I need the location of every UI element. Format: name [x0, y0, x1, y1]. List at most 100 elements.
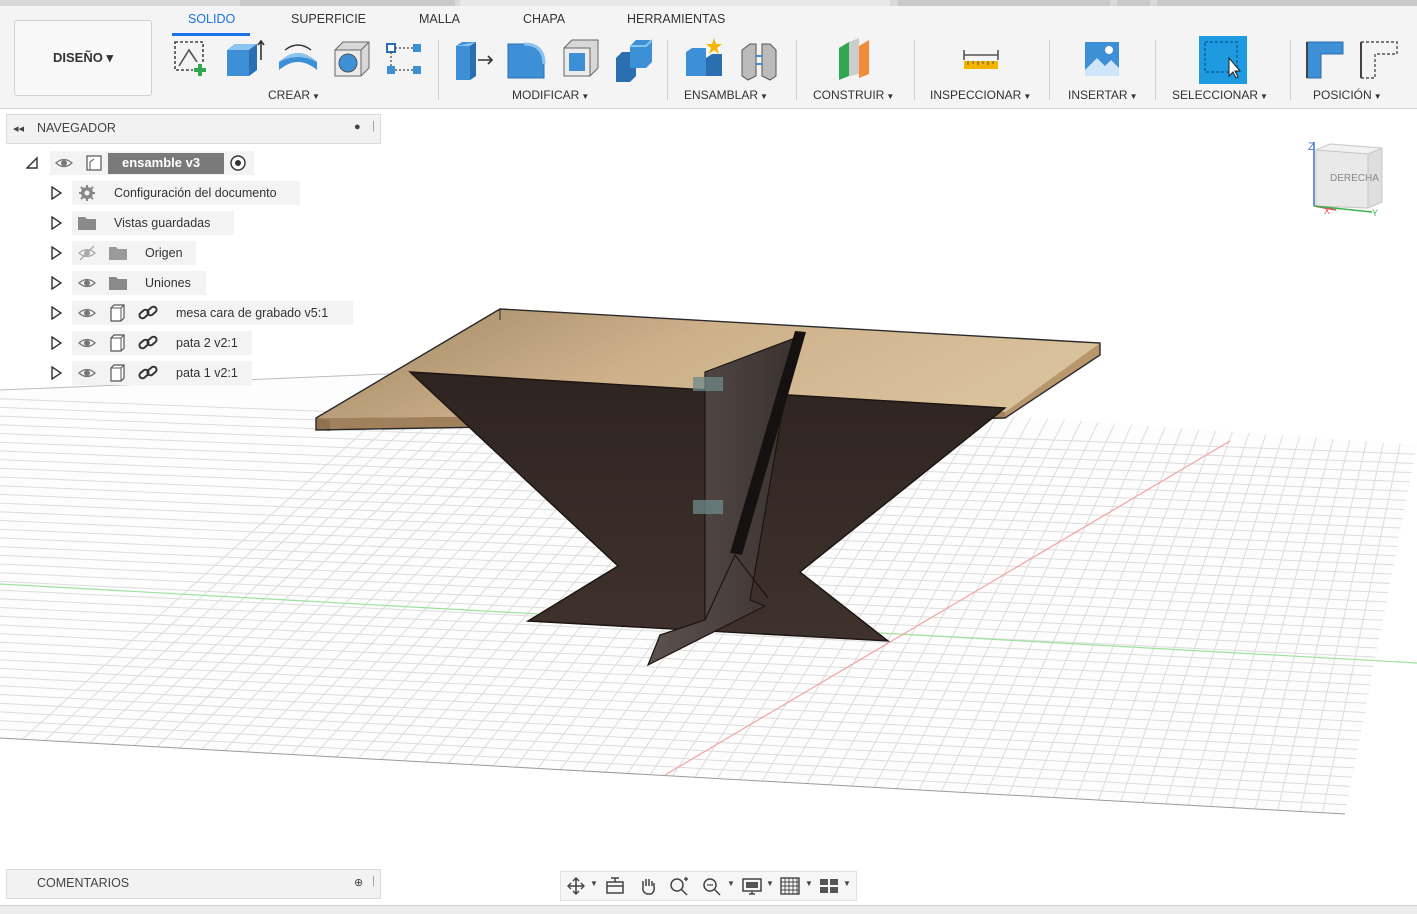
offset-plane-icon[interactable]	[833, 36, 879, 82]
viewports-dropdown-icon[interactable]: ▼	[843, 879, 851, 888]
expand-triangle-icon[interactable]	[50, 276, 62, 290]
joint-icon[interactable]	[736, 36, 782, 82]
expand-triangle-icon[interactable]	[50, 336, 62, 350]
new-component-icon[interactable]	[682, 36, 728, 82]
collapse-triangle-icon[interactable]	[26, 156, 38, 170]
display-settings-icon[interactable]	[741, 876, 763, 896]
tab-solido[interactable]: SOLIDO	[188, 12, 235, 26]
zoom-window-icon[interactable]	[701, 876, 723, 896]
collapse-arrows-icon[interactable]: ◂◂	[13, 122, 24, 135]
navigator-title: NAVEGADOR	[37, 121, 116, 135]
group-divider	[438, 40, 439, 100]
capture-position-icon[interactable]	[1303, 36, 1349, 82]
combine-icon[interactable]	[612, 36, 658, 82]
joint-glyph-icon[interactable]	[693, 377, 723, 391]
viewcube-face-label: DERECHA	[1330, 173, 1379, 184]
measure-icon[interactable]	[958, 36, 1004, 82]
activate-radio-icon[interactable]	[228, 154, 248, 172]
panel-grip-icon[interactable]: |	[372, 875, 375, 887]
tree-root-label[interactable]: ensamble v3	[122, 155, 200, 170]
pattern-icon[interactable]	[383, 36, 429, 82]
group-modificar-menu[interactable]: MODIFICAR ▼	[512, 88, 589, 102]
add-comment-icon[interactable]: ⊕	[354, 876, 363, 889]
group-divider	[914, 40, 915, 100]
tree-item-label: Origen	[145, 246, 183, 260]
fillet-icon[interactable]	[504, 36, 550, 82]
eye-visible-icon[interactable]	[77, 334, 97, 352]
component-box-icon	[107, 364, 127, 382]
tree-item-label: mesa cara de grabado v5:1	[176, 306, 329, 320]
expand-triangle-icon[interactable]	[50, 186, 62, 200]
group-construir-menu[interactable]: CONSTRUIR ▼	[813, 88, 894, 102]
tab-herramientas[interactable]: HERRAMIENTAS	[627, 12, 725, 26]
zoom-icon[interactable]	[668, 876, 690, 896]
group-insertar-menu[interactable]: INSERTAR ▼	[1068, 88, 1138, 102]
link-icon	[138, 334, 158, 352]
eye-visible-icon[interactable]	[77, 274, 97, 292]
link-icon	[138, 364, 158, 382]
navigator-header[interactable]: ◂◂ NAVEGADOR ● |	[6, 114, 381, 144]
expand-triangle-icon[interactable]	[50, 366, 62, 380]
axis-x-label: X	[1324, 206, 1330, 216]
eye-visible-icon[interactable]	[77, 304, 97, 322]
panel-grip-icon[interactable]: |	[372, 120, 375, 132]
tree-item-label: Configuración del documento	[114, 186, 277, 200]
tree-item-label: Uniones	[145, 276, 191, 290]
grid-dropdown-icon[interactable]: ▼	[805, 879, 813, 888]
navigation-bar: ▼ ▼ ▼ ▼ ▼	[560, 871, 857, 901]
viewcube[interactable]: Z X Y DERECHA	[1306, 136, 1386, 218]
revolve-icon[interactable]	[275, 36, 321, 82]
assembly-component-icon	[84, 154, 104, 172]
eye-visible-icon[interactable]	[54, 154, 74, 172]
axis-y-label: Y	[1372, 208, 1378, 218]
create-sketch-icon[interactable]	[167, 36, 213, 82]
group-divider	[1049, 40, 1050, 100]
axis-z-label: Z	[1308, 141, 1315, 153]
display-dropdown-icon[interactable]: ▼	[766, 879, 774, 888]
link-icon	[138, 304, 158, 322]
look-at-icon[interactable]	[604, 876, 626, 896]
folder-icon	[77, 214, 97, 232]
comments-title: COMENTARIOS	[37, 876, 130, 890]
gear-icon	[77, 184, 97, 202]
select-tool-icon[interactable]	[1199, 36, 1247, 84]
group-crear-menu[interactable]: CREAR ▼	[268, 88, 320, 102]
group-divider	[1155, 40, 1156, 100]
tree-item-label: pata 2 v2:1	[176, 336, 238, 350]
orbit-dropdown-icon[interactable]: ▼	[590, 879, 598, 888]
folder-icon	[108, 244, 128, 262]
press-pull-icon[interactable]	[450, 36, 496, 82]
group-seleccionar-menu[interactable]: SELECCIONAR ▼	[1172, 88, 1268, 102]
extrude-icon[interactable]	[221, 36, 267, 82]
comments-header[interactable]: COMENTARIOS ⊕ |	[6, 869, 381, 899]
viewports-icon[interactable]	[818, 876, 840, 896]
workspace-switcher-button[interactable]: DISEÑO ▾	[14, 20, 152, 96]
expand-triangle-icon[interactable]	[50, 246, 62, 260]
expand-triangle-icon[interactable]	[50, 306, 62, 320]
joint-glyph-icon[interactable]	[693, 500, 723, 514]
tab-chapa[interactable]: CHAPA	[523, 12, 565, 26]
group-ensamblar-menu[interactable]: ENSAMBLAR ▼	[684, 88, 768, 102]
group-inspeccionar-menu[interactable]: INSPECCIONAR ▼	[930, 88, 1031, 102]
folder-icon	[108, 274, 128, 292]
expand-triangle-icon[interactable]	[50, 216, 62, 230]
insert-image-icon[interactable]	[1079, 36, 1125, 82]
group-divider	[667, 40, 668, 100]
eye-visible-icon[interactable]	[77, 364, 97, 382]
zoom-dropdown-icon[interactable]: ▼	[727, 879, 735, 888]
tree-item-label: Vistas guardadas	[114, 216, 211, 230]
group-posicion-menu[interactable]: POSICIÓN ▼	[1313, 88, 1382, 102]
shell-icon[interactable]	[558, 36, 604, 82]
component-box-icon	[107, 334, 127, 352]
tab-malla[interactable]: MALLA	[419, 12, 460, 26]
tab-superficie[interactable]: SUPERFICIE	[291, 12, 366, 26]
pan-hand-icon[interactable]	[637, 876, 659, 896]
ribbon-toolbar: DISEÑO ▾ SOLIDO SUPERFICIE MALLA CHAPA H…	[0, 6, 1417, 109]
group-divider	[1290, 40, 1291, 100]
revert-position-icon[interactable]	[1357, 36, 1403, 82]
hole-icon[interactable]	[329, 36, 375, 82]
eye-hidden-icon[interactable]	[77, 244, 97, 262]
grid-settings-icon[interactable]	[779, 876, 801, 896]
orbit-icon[interactable]	[565, 876, 587, 896]
minimize-panel-icon[interactable]: ●	[354, 121, 361, 133]
